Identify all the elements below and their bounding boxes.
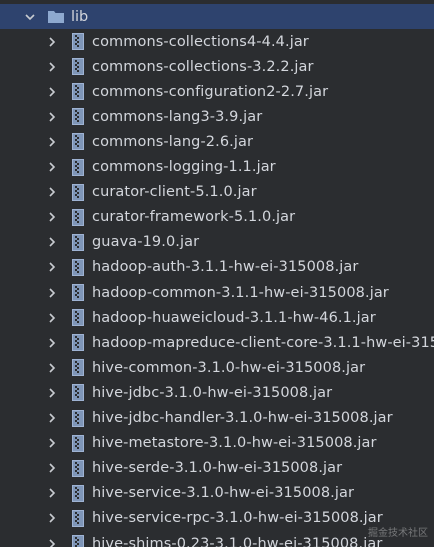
chevron-right-icon[interactable] (45, 311, 59, 325)
file-name-label: commons-configuration2-2.7.jar (92, 83, 329, 100)
file-name-label: hive-service-rpc-3.1.0-hw-ei-315008.jar (92, 510, 383, 527)
file-name-label: hadoop-mapreduce-client-core-3.1.1-hw-ei… (92, 334, 434, 351)
file-name-label: commons-collections4-4.4.jar (92, 33, 309, 50)
project-tree: lib commons-collections4-4.4.jar commons-… (0, 0, 434, 547)
jar-archive-icon (72, 183, 84, 201)
file-name-label: hive-jdbc-3.1.0-hw-ei-315008.jar (92, 384, 333, 401)
file-name-label: hive-jdbc-handler-3.1.0-hw-ei-315008.jar (92, 410, 393, 426)
jar-archive-icon (72, 334, 84, 352)
tree-file-row[interactable]: hive-metastore-3.1.0-hw-ei-315008.jar (0, 431, 434, 456)
file-name-label: commons-lang-2.6.jar (92, 133, 254, 150)
chevron-right-icon[interactable] (45, 286, 59, 300)
jar-archive-icon (72, 309, 84, 327)
watermark: 掘金技术社区 (368, 528, 428, 539)
file-name-label: commons-logging-1.1.jar (92, 159, 276, 175)
chevron-right-icon[interactable] (45, 35, 59, 49)
file-name-label: curator-client-5.1.0.jar (92, 184, 257, 201)
jar-archive-icon (72, 108, 84, 126)
jar-archive-icon (72, 133, 84, 151)
file-name-label: hive-common-3.1.0-hw-ei-315008.jar (92, 359, 366, 376)
tree-file-row[interactable]: commons-logging-1.1.jar (0, 155, 434, 180)
tree-file-row[interactable]: hadoop-auth-3.1.1-hw-ei-315008.jar (0, 255, 434, 280)
tree-file-row[interactable]: commons-configuration2-2.7.jar (0, 79, 434, 104)
tree-file-row[interactable]: commons-lang3-3.9.jar (0, 104, 434, 129)
file-name-label: hive-metastore-3.1.0-hw-ei-315008.jar (92, 435, 377, 452)
chevron-right-icon[interactable] (45, 135, 59, 149)
chevron-right-icon[interactable] (45, 411, 59, 425)
tree-file-row[interactable]: curator-client-5.1.0.jar (0, 180, 434, 205)
file-name-label: commons-lang3-3.9.jar (92, 108, 263, 125)
jar-archive-icon (72, 459, 84, 477)
file-name-label: hadoop-auth-3.1.1-hw-ei-315008.jar (92, 259, 359, 276)
chevron-right-icon[interactable] (45, 160, 59, 174)
tree-file-row[interactable]: commons-collections-3.2.2.jar (0, 54, 434, 79)
file-name-label: hadoop-huaweicloud-3.1.1-hw-46.1.jar (92, 309, 376, 326)
tree-folder-row[interactable]: lib (0, 4, 434, 29)
jar-archive-icon (72, 384, 84, 402)
file-name-label: hive-shims-0.23-3.1.0-hw-ei-315008.jar (92, 535, 383, 547)
jar-archive-icon (72, 58, 84, 76)
folder-icon (47, 9, 65, 24)
chevron-right-icon[interactable] (45, 185, 59, 199)
tree-file-row[interactable]: hadoop-huaweicloud-3.1.1-hw-46.1.jar (0, 305, 434, 330)
file-name-label: hive-service-3.1.0-hw-ei-315008.jar (92, 485, 355, 502)
jar-archive-icon (72, 434, 84, 452)
jar-archive-icon (72, 535, 84, 547)
chevron-right-icon[interactable] (45, 486, 59, 500)
jar-archive-icon (72, 208, 84, 226)
chevron-right-icon[interactable] (45, 235, 59, 249)
chevron-right-icon[interactable] (45, 436, 59, 450)
tree-file-row[interactable]: hive-service-3.1.0-hw-ei-315008.jar (0, 481, 434, 506)
jar-archive-icon (72, 83, 84, 101)
chevron-right-icon[interactable] (45, 210, 59, 224)
chevron-right-icon[interactable] (45, 60, 59, 74)
chevron-right-icon[interactable] (45, 260, 59, 274)
jar-archive-icon (72, 359, 84, 377)
jar-archive-icon (72, 258, 84, 276)
chevron-right-icon[interactable] (45, 361, 59, 375)
tree-file-row[interactable]: commons-lang-2.6.jar (0, 129, 434, 154)
tree-file-row[interactable]: hadoop-mapreduce-client-core-3.1.1-hw-ei… (0, 330, 434, 355)
tree-file-row[interactable]: curator-framework-5.1.0.jar (0, 205, 434, 230)
file-name-label: commons-collections-3.2.2.jar (92, 58, 314, 75)
chevron-right-icon[interactable] (45, 336, 59, 350)
tree-file-row[interactable]: commons-collections4-4.4.jar (0, 29, 434, 54)
folder-label: lib (71, 8, 89, 25)
jar-archive-icon (72, 484, 84, 502)
chevron-down-icon[interactable] (23, 10, 37, 24)
jar-archive-icon (72, 284, 84, 301)
file-name-label: curator-framework-5.1.0.jar (92, 209, 296, 226)
tree-file-row[interactable]: hive-jdbc-handler-3.1.0-hw-ei-315008.jar (0, 406, 434, 431)
jar-archive-icon (72, 33, 84, 50)
jar-archive-icon (72, 409, 84, 427)
chevron-right-icon[interactable] (45, 537, 59, 547)
tree-file-row[interactable]: hive-serde-3.1.0-hw-ei-315008.jar (0, 456, 434, 481)
tree-file-row[interactable]: hive-jdbc-3.1.0-hw-ei-315008.jar (0, 380, 434, 405)
chevron-right-icon[interactable] (45, 386, 59, 400)
file-name-label: hadoop-common-3.1.1-hw-ei-315008.jar (92, 284, 389, 301)
chevron-right-icon[interactable] (45, 85, 59, 99)
file-name-label: hive-serde-3.1.0-hw-ei-315008.jar (92, 460, 343, 477)
tree-file-row[interactable]: guava-19.0.jar (0, 230, 434, 255)
tree-file-row[interactable]: hadoop-common-3.1.1-hw-ei-315008.jar (0, 280, 434, 305)
chevron-right-icon[interactable] (45, 461, 59, 475)
chevron-right-icon[interactable] (45, 110, 59, 124)
jar-archive-icon (72, 509, 84, 527)
file-name-label: guava-19.0.jar (92, 234, 200, 251)
jar-archive-icon (72, 158, 84, 176)
jar-archive-icon (72, 233, 84, 251)
chevron-right-icon[interactable] (45, 511, 59, 525)
tree-file-row[interactable]: hive-common-3.1.0-hw-ei-315008.jar (0, 355, 434, 380)
